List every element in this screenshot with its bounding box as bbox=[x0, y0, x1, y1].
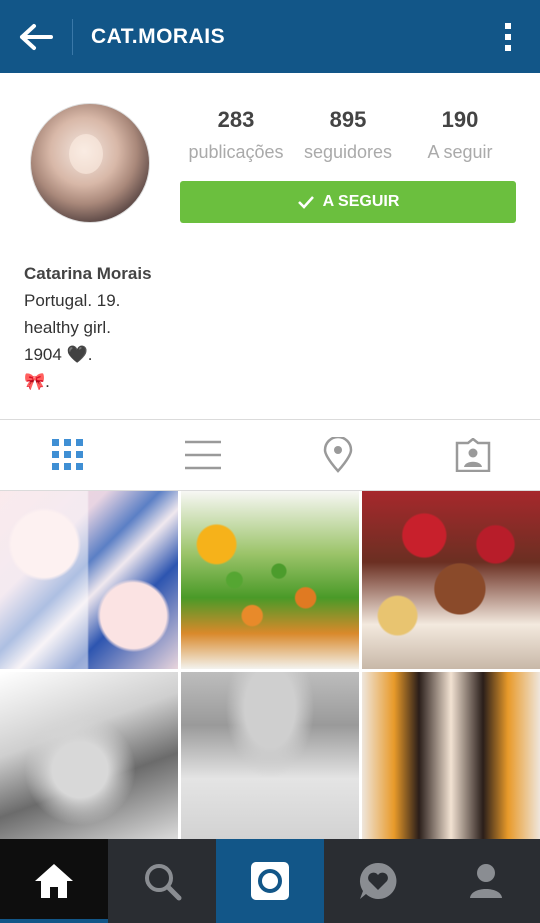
nav-profile[interactable] bbox=[432, 839, 540, 923]
tab-list[interactable] bbox=[135, 420, 270, 490]
following-button[interactable]: A SEGUIR bbox=[180, 181, 516, 223]
profile-full-name: Catarina Morais bbox=[24, 264, 152, 283]
top-app-bar: CAT.MORAIS bbox=[0, 0, 540, 73]
photo-grid bbox=[0, 491, 540, 850]
tab-location[interactable] bbox=[270, 420, 405, 490]
grid-photo[interactable] bbox=[0, 491, 178, 669]
stat-followers-count: 895 bbox=[329, 107, 367, 132]
nav-search[interactable] bbox=[108, 839, 216, 923]
more-options-button[interactable] bbox=[476, 0, 540, 73]
home-icon bbox=[35, 864, 73, 898]
list-icon bbox=[184, 440, 221, 470]
grid-photo[interactable] bbox=[362, 672, 540, 850]
stat-followers-label: seguidores bbox=[303, 142, 393, 162]
grid-photo[interactable] bbox=[181, 491, 359, 669]
profile-stats: 283 publicações 895 seguidores 190 A seg… bbox=[180, 104, 516, 163]
grid-photo[interactable] bbox=[362, 491, 540, 669]
checkmark-icon bbox=[297, 195, 315, 209]
arrow-left-icon bbox=[20, 23, 53, 50]
bio-line: 🎀. bbox=[24, 372, 50, 391]
stat-posts-count: 283 bbox=[217, 107, 255, 132]
stat-posts-label: publicações bbox=[188, 142, 284, 162]
tab-tagged[interactable] bbox=[405, 420, 540, 490]
activity-heart-icon bbox=[359, 862, 397, 899]
stat-posts[interactable]: 283 publicações bbox=[180, 104, 292, 163]
following-button-label: A SEGUIR bbox=[322, 193, 400, 210]
bottom-navigation bbox=[0, 839, 540, 923]
profile-avatar[interactable] bbox=[30, 103, 150, 223]
stat-following-label: A seguir bbox=[427, 142, 493, 162]
tagged-photos-icon bbox=[455, 438, 490, 472]
grid-icon bbox=[51, 439, 83, 470]
stat-following[interactable]: 190 A seguir bbox=[404, 104, 516, 163]
nav-activity[interactable] bbox=[324, 839, 432, 923]
profile-icon bbox=[470, 864, 502, 898]
back-button[interactable] bbox=[0, 0, 72, 73]
grid-photo[interactable] bbox=[181, 672, 359, 850]
tab-grid[interactable] bbox=[0, 420, 135, 490]
profile-username: CAT.MORAIS bbox=[91, 24, 226, 48]
camera-icon bbox=[251, 862, 289, 900]
bio-line: healthy girl. bbox=[24, 318, 111, 337]
profile-bio: Catarina Morais Portugal. 19. healthy gi… bbox=[24, 260, 152, 395]
bio-line: 1904 🖤. bbox=[24, 345, 93, 364]
nav-home[interactable] bbox=[0, 839, 108, 923]
search-icon bbox=[145, 864, 182, 901]
stat-followers[interactable]: 895 seguidores bbox=[292, 104, 404, 163]
header-divider bbox=[72, 18, 73, 55]
bio-line: Portugal. 19. bbox=[24, 291, 121, 310]
location-pin-icon bbox=[323, 437, 352, 473]
kebab-menu-icon bbox=[505, 22, 511, 51]
nav-camera[interactable] bbox=[216, 839, 324, 923]
profile-view-tabs bbox=[0, 420, 540, 490]
grid-photo[interactable] bbox=[0, 672, 178, 850]
stat-following-count: 190 bbox=[441, 107, 479, 132]
